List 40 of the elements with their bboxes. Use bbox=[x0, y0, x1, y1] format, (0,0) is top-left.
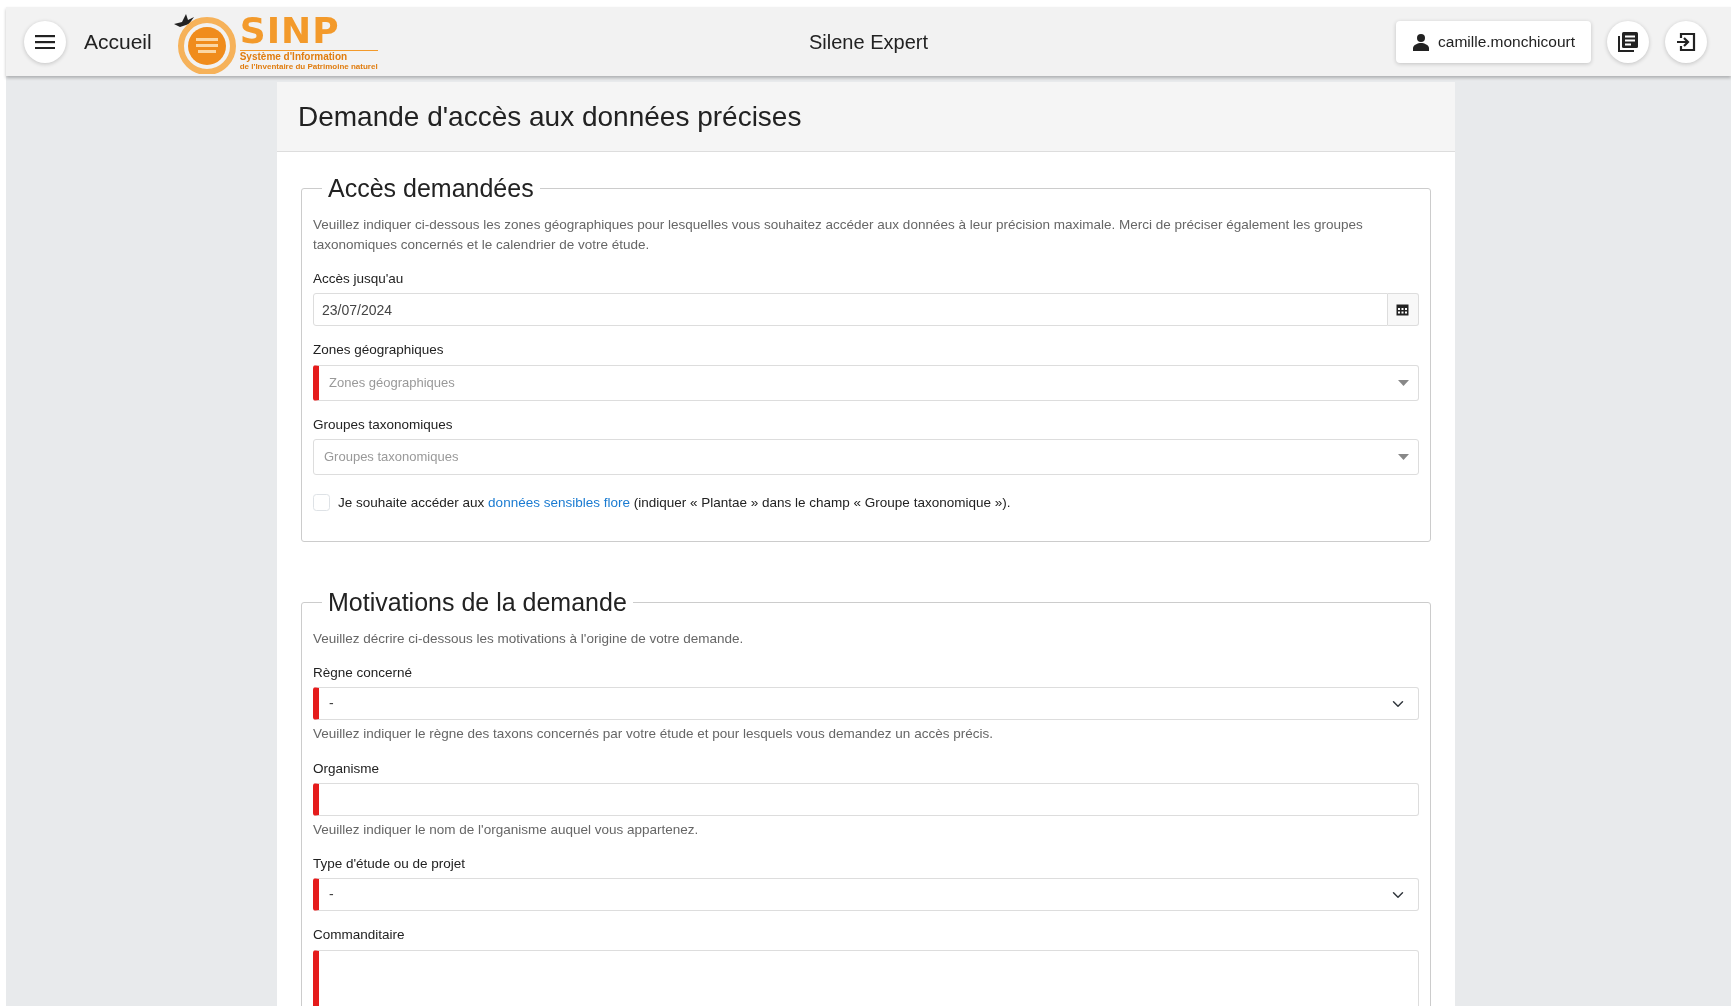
text-field[interactable] bbox=[313, 782, 1419, 816]
logout-button[interactable] bbox=[1665, 20, 1707, 63]
books-icon bbox=[1617, 30, 1639, 53]
page-title: Demande d'accès aux données précises bbox=[298, 99, 802, 134]
sensitive-data-link[interactable]: données sensibles flore bbox=[488, 494, 630, 510]
calendar-icon bbox=[1396, 303, 1410, 317]
user-button[interactable]: camille.monchicourt bbox=[1396, 20, 1591, 63]
section-description: Veuillez indiquer ci-dessous les zones géographiques pour lesquelles vous souhaitez accéder aux données à leur précision maximale. Merci de préciser également les groupes taxonomiques concernés et le calendrier de votre étude. bbox=[313, 216, 1364, 254]
logo-subtitle: Système d'Information bbox=[239, 49, 378, 62]
field-label: Accès jusqu'au bbox=[313, 270, 405, 288]
field-label: Règne concerné bbox=[313, 664, 414, 682]
help-text: Veuillez indiquer le nom de l'organisme auquel vous appartenez. bbox=[313, 820, 700, 839]
person-icon bbox=[1412, 32, 1431, 51]
logo-title: SINP bbox=[239, 11, 341, 50]
menu-button[interactable] bbox=[24, 20, 66, 63]
caret-icon bbox=[1398, 453, 1409, 460]
field-label: Commanditaire bbox=[313, 926, 406, 945]
multiselect-field[interactable]: Groupes taxonomiques bbox=[313, 438, 1419, 475]
date-field[interactable]: 23/07/2024 bbox=[313, 293, 1388, 327]
calendar-button[interactable] bbox=[1387, 293, 1419, 327]
field-label: Type d'étude ou de projet bbox=[313, 855, 466, 873]
section-description: Veuillez décrire ci-dessous les motivations à l'origine de votre demande. bbox=[313, 630, 745, 648]
exit-arrow-icon bbox=[1676, 31, 1696, 52]
caret-icon bbox=[1398, 379, 1409, 386]
select-field[interactable]: - bbox=[313, 878, 1419, 912]
select-field[interactable]: - bbox=[313, 687, 1419, 721]
section-title: Motivations de la demande bbox=[327, 590, 628, 615]
help-text: Veuillez indiquer le règne des taxons concernés par votre étude et pour lesquels vous demandez un accès précis. bbox=[313, 725, 994, 744]
checkbox-label: Je souhaite accéder aux données sensibles flore (indiquer « Plantae » dans le champ « Groupe taxonomique »). bbox=[338, 493, 1011, 512]
section-title: Accès demandées bbox=[327, 176, 535, 201]
menu-icon bbox=[35, 34, 55, 49]
field-label: Zones géographiques bbox=[313, 341, 445, 360]
logo-tagline: de l'Inventaire du Patrimoine naturel bbox=[239, 61, 378, 72]
field-label: Organisme bbox=[313, 759, 381, 778]
home-link[interactable]: Accueil bbox=[84, 25, 152, 58]
app-title: Silene Expert bbox=[809, 30, 928, 53]
multiselect-field[interactable]: Zones géographiques bbox=[313, 364, 1419, 401]
library-button[interactable] bbox=[1607, 20, 1649, 63]
field-label: Groupes taxonomiques bbox=[313, 415, 454, 434]
checkbox[interactable] bbox=[313, 494, 330, 512]
